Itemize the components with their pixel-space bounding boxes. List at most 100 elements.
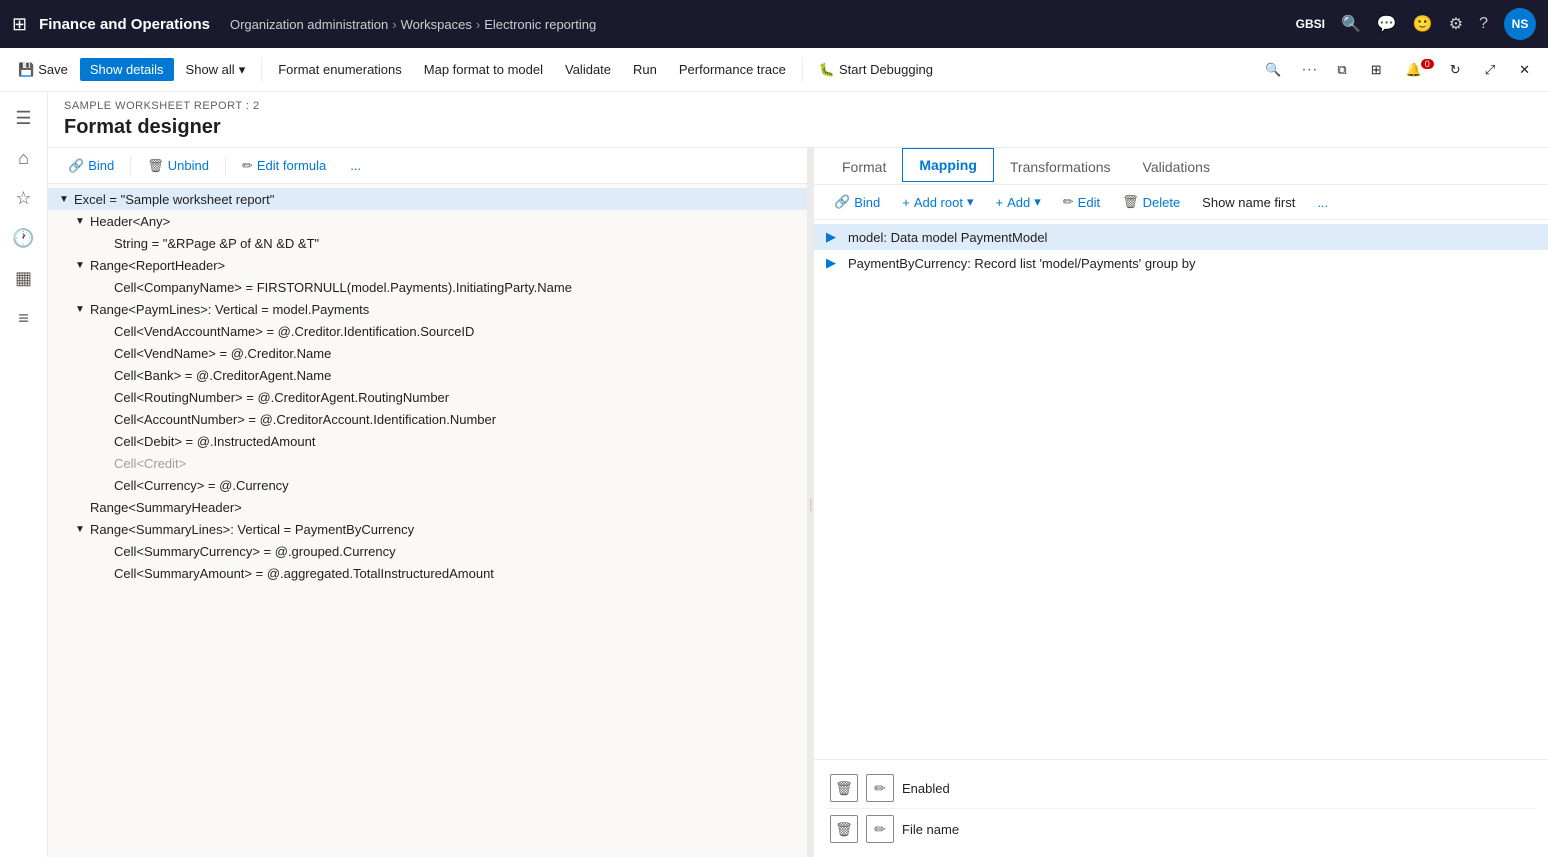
toggle-icon: ▼ bbox=[56, 191, 72, 207]
sidebar-home-icon[interactable]: ⌂ bbox=[6, 140, 42, 176]
toolbar-expand-button[interactable]: ⤢ bbox=[1475, 57, 1505, 83]
breadcrumb-org[interactable]: Organization administration bbox=[230, 17, 388, 32]
top-nav-right: GBSI 🔍 💬 🙂 ⚙ ? NS bbox=[1296, 8, 1536, 40]
toolbar-action1-button[interactable]: ⧉ bbox=[1327, 57, 1356, 83]
map-format-to-model-button[interactable]: Map format to model bbox=[414, 58, 553, 81]
pane-toolbar-sep-2 bbox=[225, 156, 226, 176]
tree-item[interactable]: ▼ Header<Any> bbox=[48, 210, 807, 232]
add-button[interactable]: + Add ▾ bbox=[988, 191, 1049, 213]
help-icon[interactable]: ? bbox=[1479, 15, 1488, 33]
org-label: GBSI bbox=[1296, 17, 1325, 31]
breadcrumb-workspaces[interactable]: Workspaces bbox=[401, 17, 472, 32]
toggle-icon bbox=[96, 433, 112, 449]
tree-item[interactable]: String = "&RPage &P of &N &D &T" bbox=[48, 232, 807, 254]
toolbar-action2-button[interactable]: ⊞ bbox=[1361, 57, 1392, 83]
tree-item[interactable]: Cell<VendAccountName> = @.Creditor.Ident… bbox=[48, 320, 807, 342]
performance-trace-button[interactable]: Performance trace bbox=[669, 58, 796, 81]
toolbar-close-button[interactable]: ✕ bbox=[1509, 57, 1540, 83]
tree-item[interactable]: Range<SummaryHeader> bbox=[48, 496, 807, 518]
bind-button[interactable]: 🔗 Bind bbox=[60, 155, 122, 177]
breadcrumb-er[interactable]: Electronic reporting bbox=[484, 17, 596, 32]
toolbar-search-button[interactable]: 🔍 bbox=[1255, 57, 1291, 83]
toggle-icon bbox=[96, 323, 112, 339]
show-name-first-button[interactable]: Show name first bbox=[1194, 192, 1303, 213]
start-debugging-button[interactable]: 🐛 Start Debugging bbox=[809, 58, 943, 82]
sidebar-favorites-icon[interactable]: ☆ bbox=[6, 180, 42, 216]
toggle-icon bbox=[96, 565, 112, 581]
right-pane-bottom: 🗑 ✏ Enabled 🗑 ✏ File name bbox=[814, 759, 1548, 857]
tree-item[interactable]: Cell<RoutingNumber> = @.CreditorAgent.Ro… bbox=[48, 386, 807, 408]
toggle-icon: ▼ bbox=[72, 301, 88, 317]
enabled-label: Enabled bbox=[902, 781, 950, 796]
filename-edit-button[interactable]: ✏ bbox=[866, 815, 894, 843]
tree-item[interactable]: Cell<Currency> = @.Currency bbox=[48, 474, 807, 496]
pane-toolbar-sep-1 bbox=[130, 156, 131, 176]
tree-item-text: Excel = "Sample worksheet report" bbox=[74, 192, 274, 207]
message-icon[interactable]: 💬 bbox=[1377, 14, 1397, 34]
tree-item[interactable]: Cell<Bank> = @.CreditorAgent.Name bbox=[48, 364, 807, 386]
toggle-icon bbox=[96, 455, 112, 471]
enabled-edit-button[interactable]: ✏ bbox=[866, 774, 894, 802]
sidebar-recent-icon[interactable]: 🕐 bbox=[6, 220, 42, 256]
tree-item[interactable]: Cell<AccountNumber> = @.CreditorAccount.… bbox=[48, 408, 807, 430]
sidebar-hamburger-icon[interactable]: ☰ bbox=[6, 100, 42, 136]
save-button[interactable]: 💾 Save bbox=[8, 58, 78, 82]
tree-item[interactable]: ▼ Excel = "Sample worksheet report" bbox=[48, 188, 807, 210]
format-enumerations-button[interactable]: Format enumerations bbox=[268, 58, 412, 81]
run-button[interactable]: Run bbox=[623, 58, 667, 81]
tree-item[interactable]: ▼ Range<ReportHeader> bbox=[48, 254, 807, 276]
tree-item-text: Range<PaymLines>: Vertical = model.Payme… bbox=[90, 302, 369, 317]
tree-item[interactable]: Cell<VendName> = @.Creditor.Name bbox=[48, 342, 807, 364]
save-icon: 💾 bbox=[18, 62, 34, 78]
show-details-button[interactable]: Show details bbox=[80, 58, 174, 81]
tree-item[interactable]: ▼ Range<SummaryLines>: Vertical = Paymen… bbox=[48, 518, 807, 540]
mapping-item[interactable]: ▶ model: Data model PaymentModel bbox=[814, 224, 1548, 250]
mapping-pane: Format Mapping Transformations Validatio… bbox=[814, 148, 1548, 857]
enabled-delete-button[interactable]: 🗑 bbox=[830, 774, 858, 802]
sidebar-modules-icon[interactable]: ≡ bbox=[6, 300, 42, 336]
mapping-item[interactable]: ▶ PaymentByCurrency: Record list 'model/… bbox=[814, 250, 1548, 276]
right-more-button[interactable]: ... bbox=[1309, 192, 1336, 213]
smiley-icon[interactable]: 🙂 bbox=[1413, 14, 1433, 34]
toggle-icon: ▼ bbox=[72, 257, 88, 273]
toolbar-refresh-button[interactable]: ↻ bbox=[1440, 57, 1471, 83]
show-all-chevron-icon: ▾ bbox=[239, 62, 246, 78]
toolbar-more-icon[interactable]: ··· bbox=[1295, 57, 1323, 83]
edit-formula-button[interactable]: ✏ Edit formula bbox=[234, 155, 334, 177]
app-grid-icon[interactable]: ⊞ bbox=[12, 14, 27, 35]
left-pane-more-button[interactable]: ... bbox=[342, 155, 369, 176]
search-icon[interactable]: 🔍 bbox=[1341, 14, 1361, 34]
tab-bar: Format Mapping Transformations Validatio… bbox=[814, 148, 1548, 185]
tree-item[interactable]: Cell<CompanyName> = FIRSTORNULL(model.Pa… bbox=[48, 276, 807, 298]
sidebar-workspaces-icon[interactable]: ▦ bbox=[6, 260, 42, 296]
avatar[interactable]: NS bbox=[1504, 8, 1536, 40]
tree-item-text: Cell<SummaryAmount> = @.aggregated.Total… bbox=[114, 566, 494, 581]
right-bind-button[interactable]: 🔗 Bind bbox=[826, 191, 888, 213]
tree-item-text: Cell<RoutingNumber> = @.CreditorAgent.Ro… bbox=[114, 390, 449, 405]
delete-button[interactable]: 🗑 Delete bbox=[1114, 191, 1188, 213]
right-edit-button[interactable]: ✏ Edit bbox=[1055, 191, 1108, 213]
breadcrumb: Organization administration › Workspaces… bbox=[230, 17, 596, 32]
tree-item[interactable]: Cell<SummaryCurrency> = @.grouped.Curren… bbox=[48, 540, 807, 562]
toolbar-badge-button[interactable]: 🔔0 bbox=[1396, 57, 1436, 83]
tab-transformations[interactable]: Transformations bbox=[994, 151, 1127, 185]
settings-icon[interactable]: ⚙ bbox=[1449, 14, 1463, 34]
tree-item[interactable]: ▼ Range<PaymLines>: Vertical = model.Pay… bbox=[48, 298, 807, 320]
toggle-icon: ▼ bbox=[72, 521, 88, 537]
tree-item[interactable]: Cell<Credit> bbox=[48, 452, 807, 474]
bottom-row-filename: 🗑 ✏ File name bbox=[826, 809, 1536, 849]
left-sidebar: ☰ ⌂ ☆ 🕐 ▦ ≡ bbox=[0, 92, 48, 857]
tree-item-text: Range<ReportHeader> bbox=[90, 258, 225, 273]
tree-item[interactable]: Cell<Debit> = @.InstructedAmount bbox=[48, 430, 807, 452]
tab-mapping[interactable]: Mapping bbox=[902, 148, 994, 182]
tab-validations[interactable]: Validations bbox=[1127, 151, 1226, 185]
validate-button[interactable]: Validate bbox=[555, 58, 621, 81]
show-all-button[interactable]: Show all ▾ bbox=[176, 58, 256, 82]
add-root-button[interactable]: + Add root ▾ bbox=[894, 191, 981, 213]
main-toolbar: 💾 Save Show details Show all ▾ Format en… bbox=[0, 48, 1548, 92]
filename-delete-button[interactable]: 🗑 bbox=[830, 815, 858, 843]
toolbar-sep-1 bbox=[261, 58, 262, 82]
tree-item[interactable]: Cell<SummaryAmount> = @.aggregated.Total… bbox=[48, 562, 807, 584]
tab-format[interactable]: Format bbox=[826, 151, 902, 185]
unbind-button[interactable]: 🗑 Unbind bbox=[139, 155, 217, 177]
